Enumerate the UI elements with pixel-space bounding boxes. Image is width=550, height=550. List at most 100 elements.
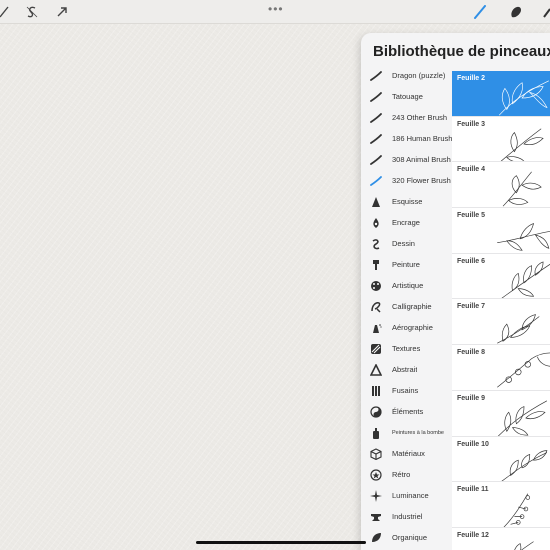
brush-item[interactable]: Feuille 5	[452, 208, 550, 254]
selection-s-icon[interactable]	[23, 3, 41, 21]
category-label: Artistique	[392, 281, 424, 290]
category-label: 320 Flower Brush	[392, 176, 451, 185]
top-toolbar: •••	[0, 0, 550, 24]
category-item[interactable]: 186 Human Brush	[361, 128, 452, 149]
adjustments-wand-icon[interactable]	[0, 3, 14, 21]
leaf-stroke-preview	[498, 80, 549, 116]
category-item[interactable]: Dragon (puzzle)	[361, 65, 452, 86]
brush-name: Feuille 9	[457, 394, 486, 402]
charcoal-icon	[369, 384, 383, 398]
leaf-stroke-preview	[497, 223, 550, 251]
brush-item[interactable]: Feuille 7	[452, 299, 550, 346]
leaf-stroke-preview	[498, 400, 548, 436]
category-item[interactable]: Organique	[361, 527, 452, 548]
category-item[interactable]: Esquisse	[361, 191, 452, 212]
stroke-icon	[369, 132, 383, 146]
brush-name: Feuille 6	[457, 257, 486, 265]
brush-item[interactable]: Feuille 9	[452, 390, 550, 437]
category-list: Dragon (puzzle) Tatouage 243 Other Brush 18…	[361, 65, 452, 548]
category-item[interactable]: Industriel	[361, 506, 452, 527]
pencil-icon	[369, 195, 383, 209]
stroke-icon	[369, 174, 383, 188]
squiggle-icon	[369, 237, 383, 251]
category-item[interactable]: Matériaux	[361, 443, 452, 464]
anvil-icon	[369, 510, 383, 524]
brush-item[interactable]: Feuille 8	[452, 345, 550, 391]
category-label: Aérographie	[392, 323, 433, 332]
category-label: 308 Animal Brush	[392, 155, 451, 164]
category-item[interactable]: Aérographie	[361, 317, 452, 338]
category-item[interactable]: Éléments	[361, 401, 452, 422]
category-label: Peinture	[392, 260, 420, 269]
category-label: 186 Human Brush	[392, 134, 452, 143]
category-item[interactable]: Peinture	[361, 254, 452, 275]
sparkle-icon	[369, 489, 383, 503]
stroke-icon	[369, 69, 383, 83]
brush-item[interactable]: Feuille 11	[452, 482, 550, 528]
category-item[interactable]: Tatouage	[361, 86, 452, 107]
category-item[interactable]: Luminance	[361, 485, 452, 506]
category-item[interactable]: Rétro	[361, 464, 452, 485]
category-label: Dragon (puzzle)	[392, 71, 446, 80]
category-item[interactable]: Artistique	[361, 275, 452, 296]
category-item[interactable]: 243 Other Brush	[361, 107, 452, 128]
brush-name: Feuille 11	[457, 486, 489, 494]
cube-icon	[369, 447, 383, 461]
category-label: Tatouage	[392, 92, 423, 101]
category-label: Luminance	[392, 491, 429, 500]
panel-title: Bibliothèque de pinceaux	[373, 43, 550, 60]
brush-name: Feuille 4	[457, 166, 486, 174]
brush-name: Feuille 10	[457, 440, 489, 448]
category-label: Fusains	[392, 386, 419, 395]
brush-item[interactable]: Feuille 10	[452, 436, 550, 483]
spray-can-icon	[369, 426, 383, 440]
airbrush-icon	[369, 321, 383, 335]
brush-name: Feuille 5	[457, 212, 486, 220]
category-label: Rétro	[392, 470, 411, 479]
category-item[interactable]: 308 Animal Brush	[361, 149, 452, 170]
category-item[interactable]: Dessin	[361, 233, 452, 254]
leaf-stroke-preview	[503, 493, 531, 527]
leaf-stroke-preview	[497, 352, 550, 388]
category-label: Matériaux	[392, 449, 425, 458]
eraser-tool-icon[interactable]	[540, 3, 550, 21]
more-dots-icon[interactable]: •••	[268, 2, 284, 16]
category-item[interactable]: Calligraphie	[361, 296, 452, 317]
leaf-stroke-preview	[500, 449, 548, 482]
texture-icon	[369, 342, 383, 356]
calligraphy-icon	[369, 300, 383, 314]
brush-item[interactable]: Feuille 12	[452, 527, 550, 550]
category-label: Organique	[392, 533, 428, 542]
paintbrush-icon	[369, 258, 383, 272]
category-item[interactable]: Abstrait	[361, 359, 452, 380]
brush-list: Feuille 2 Feuille 3 Feuille 4 Feuille 5 Feui…	[452, 71, 550, 550]
category-item[interactable]: 320 Flower Brush	[361, 170, 452, 191]
category-label: Encrage	[392, 218, 420, 227]
star-badge-icon	[369, 468, 383, 482]
yin-yang-icon	[369, 405, 383, 419]
stroke-icon	[369, 90, 383, 104]
category-item[interactable]: Textures	[361, 338, 452, 359]
transform-arrow-icon[interactable]	[53, 3, 71, 21]
brush-library-panel: Bibliothèque de pinceaux Dragon (puzzle)…	[361, 33, 550, 550]
brush-tool-icon[interactable]	[471, 3, 489, 21]
category-item[interactable]: Peintures à la bombe	[361, 422, 452, 443]
category-item[interactable]: Encrage	[361, 212, 452, 233]
category-label: Industriel	[392, 512, 423, 521]
stroke-icon	[369, 111, 383, 125]
brush-item[interactable]: Feuille 6	[452, 253, 550, 300]
brush-name: Feuille 2	[457, 75, 486, 82]
brush-item[interactable]: Feuille 3	[452, 116, 550, 163]
smudge-tool-icon[interactable]	[507, 3, 525, 21]
category-label: Calligraphie	[392, 302, 432, 311]
leaf-stroke-preview	[497, 314, 540, 344]
leaf-icon	[369, 531, 383, 545]
category-label: 243 Other Brush	[392, 113, 448, 122]
brush-item[interactable]: Feuille 2	[452, 71, 550, 117]
category-item[interactable]: Fusains	[361, 380, 452, 401]
leaf-stroke-preview	[500, 261, 550, 299]
home-indicator[interactable]	[196, 541, 366, 544]
leaf-stroke-preview	[514, 541, 534, 550]
category-label: Abstrait	[392, 365, 418, 374]
brush-item[interactable]: Feuille 4	[452, 162, 550, 209]
